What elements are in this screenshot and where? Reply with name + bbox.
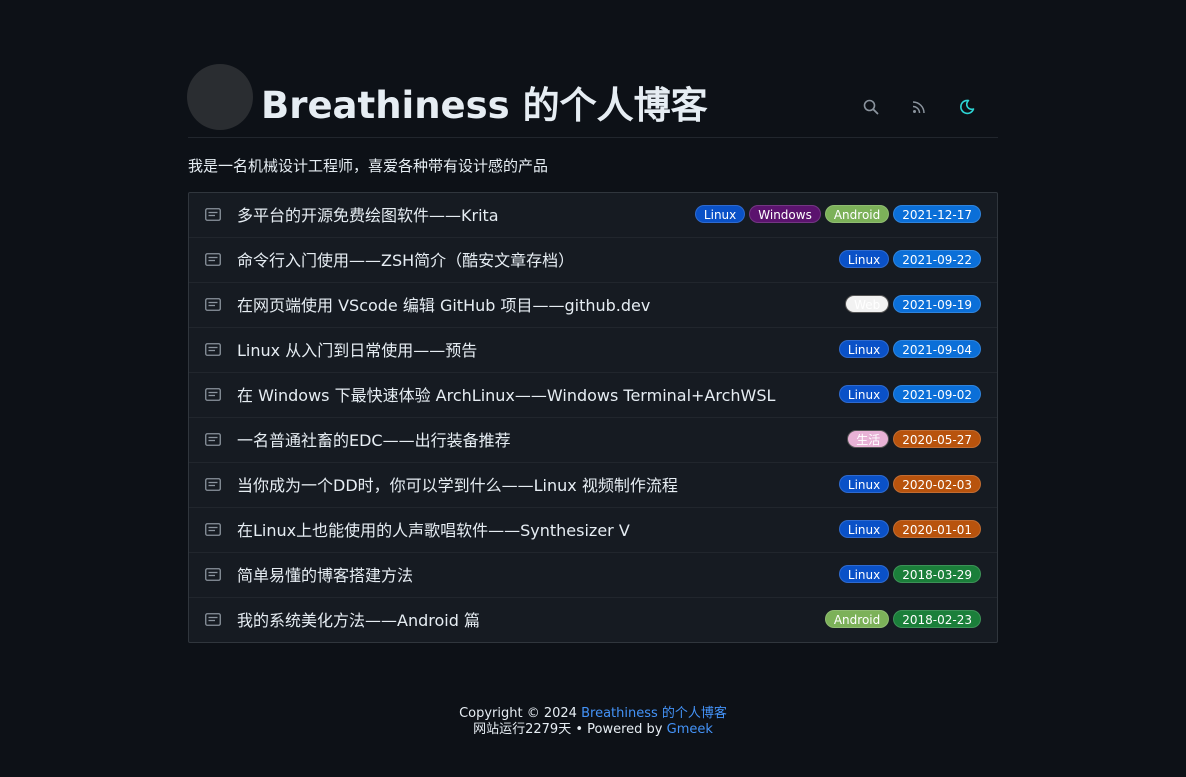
post-labels: Linux 2021-09-04 <box>838 340 981 358</box>
post-labels: Linux 2020-01-01 <box>838 520 981 538</box>
list-item[interactable]: 多平台的开源免费绘图软件——Krita Linux Windows Android 20… <box>189 193 997 238</box>
article-icon <box>205 523 221 536</box>
date-badge: 2021-09-04 <box>893 340 981 358</box>
copyright-text: Copyright © 2024 <box>459 706 582 721</box>
article-icon <box>205 208 221 221</box>
moon-icon <box>960 99 975 115</box>
uptime-text: 网站运行2279天 <box>473 722 572 737</box>
post-title-link[interactable]: 命令行入门使用——ZSH简介（酷安文章存档） <box>237 238 574 282</box>
tag-badge[interactable]: Windows <box>749 205 821 223</box>
post-labels: Linux 2018-03-29 <box>838 565 981 583</box>
page-title[interactable]: Breathiness 的个人博客 <box>261 82 708 130</box>
post-labels: Linux 2020-02-03 <box>838 475 981 493</box>
post-title-link[interactable]: 我的系统美化方法——Android 篇 <box>237 598 480 642</box>
post-labels: Android 2018-02-23 <box>824 610 981 628</box>
post-labels: Linux Windows Android 2021-12-17 <box>694 205 981 223</box>
header-toolbar <box>863 92 998 122</box>
date-badge: 2018-02-23 <box>893 610 981 628</box>
article-icon <box>205 433 221 446</box>
article-icon <box>205 388 221 401</box>
tag-badge[interactable]: Linux <box>838 475 890 493</box>
list-item[interactable]: 简单易懂的博客搭建方法 Linux 2018-03-29 <box>189 553 997 598</box>
search-button[interactable] <box>856 92 886 122</box>
article-icon <box>205 343 221 356</box>
site-footer: Copyright © 2024 Breathiness 的个人博客 网站运行2… <box>0 706 1186 738</box>
post-labels: 生活 2020-05-27 <box>847 430 981 448</box>
date-badge: 2021-12-17 <box>893 205 981 223</box>
post-labels: Web 2021-09-19 <box>845 295 981 313</box>
date-badge: 2020-01-01 <box>893 520 981 538</box>
date-badge: 2021-09-19 <box>893 295 981 313</box>
post-title-link[interactable]: 简单易懂的博客搭建方法 <box>237 553 413 597</box>
article-icon <box>205 253 221 266</box>
article-icon <box>205 613 221 626</box>
post-list: 多平台的开源免费绘图软件——Krita Linux Windows Android 20… <box>188 192 998 643</box>
list-item[interactable]: 在 Windows 下最快速体验 ArchLinux——Windows Term… <box>189 373 997 418</box>
tag-badge[interactable]: Linux <box>838 565 890 583</box>
powered-by-text: • Powered by <box>571 722 667 737</box>
tag-badge[interactable]: Linux <box>838 520 890 538</box>
search-icon <box>863 99 879 115</box>
post-title-link[interactable]: 多平台的开源免费绘图软件——Krita <box>237 193 499 237</box>
article-icon <box>205 298 221 311</box>
post-title-link[interactable]: 在 Windows 下最快速体验 ArchLinux——Windows Term… <box>237 373 775 417</box>
date-badge: 2020-05-27 <box>893 430 981 448</box>
avatar[interactable] <box>187 64 253 130</box>
tag-badge[interactable]: Android <box>824 610 890 628</box>
tag-badge[interactable]: 生活 <box>847 430 890 448</box>
list-item[interactable]: 一名普通社畜的EDC——出行装备推荐 生活 2020-05-27 <box>189 418 997 463</box>
post-title-link[interactable]: Linux 从入门到日常使用——预告 <box>237 328 477 372</box>
tag-badge[interactable]: Web <box>845 295 890 313</box>
tag-badge[interactable]: Linux <box>838 385 890 403</box>
list-item[interactable]: 在网页端使用 VScode 编辑 GitHub 项目——github.dev We… <box>189 283 997 328</box>
site-description: 我是一名机械设计工程师，喜爱各种带有设计感的产品 <box>188 157 549 175</box>
tag-badge[interactable]: Android <box>824 205 890 223</box>
list-item[interactable]: 在Linux上也能使用的人声歌唱软件——Synthesizer V Linux 20… <box>189 508 997 553</box>
list-item[interactable]: 命令行入门使用——ZSH简介（酷安文章存档） Linux 2021-09-22 <box>189 238 997 283</box>
date-badge: 2020-02-03 <box>893 475 981 493</box>
date-badge: 2021-09-02 <box>893 385 981 403</box>
site-header: Breathiness 的个人博客 <box>187 64 998 138</box>
post-labels: Linux 2021-09-22 <box>838 250 981 268</box>
list-item[interactable]: 我的系统美化方法——Android 篇 Android 2018-02-23 <box>189 598 997 642</box>
rss-icon <box>912 101 925 114</box>
list-item[interactable]: 当你成为一个DD时，你可以学到什么——Linux 视频制作流程 Linux 2020… <box>189 463 997 508</box>
page-container: Breathiness 的个人博客 我是一名机械设计工程师，喜爱各种带有设计感的… <box>187 64 998 643</box>
post-title-link[interactable]: 在网页端使用 VScode 编辑 GitHub 项目——github.dev <box>237 283 650 327</box>
date-badge: 2018-03-29 <box>893 565 981 583</box>
uptime-line: 网站运行2279天 • Powered by Gmeek <box>0 722 1186 738</box>
copyright-line: Copyright © 2024 Breathiness 的个人博客 <box>0 706 1186 722</box>
rss-button[interactable] <box>904 92 934 122</box>
post-title-link[interactable]: 在Linux上也能使用的人声歌唱软件——Synthesizer V <box>237 508 630 552</box>
date-badge: 2021-09-22 <box>893 250 981 268</box>
article-icon <box>205 568 221 581</box>
copyright-link[interactable]: Breathiness 的个人博客 <box>581 706 727 721</box>
article-icon <box>205 478 221 491</box>
post-title-link[interactable]: 一名普通社畜的EDC——出行装备推荐 <box>237 418 511 462</box>
post-title-link[interactable]: 当你成为一个DD时，你可以学到什么——Linux 视频制作流程 <box>237 463 678 507</box>
gmeek-link[interactable]: Gmeek <box>667 722 713 737</box>
tag-badge[interactable]: Linux <box>838 250 890 268</box>
tag-badge[interactable]: Linux <box>694 205 746 223</box>
post-labels: Linux 2021-09-02 <box>838 385 981 403</box>
tag-badge[interactable]: Linux <box>838 340 890 358</box>
theme-toggle-button[interactable] <box>952 92 982 122</box>
list-item[interactable]: Linux 从入门到日常使用——预告 Linux 2021-09-04 <box>189 328 997 373</box>
